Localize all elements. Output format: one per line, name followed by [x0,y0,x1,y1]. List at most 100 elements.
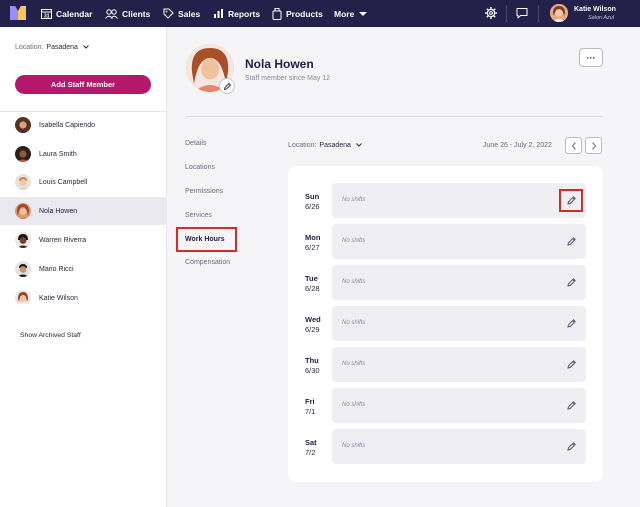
staff-item-laura-smith[interactable]: Laura Smith [0,140,167,168]
day-date: 6/28 [305,284,320,293]
profile-name: Nola Howen [245,57,314,71]
edit-photo-button[interactable] [219,78,235,94]
chevron-down-icon [356,143,362,147]
bar-chart-icon [214,9,223,18]
location-label: Location: [15,44,44,51]
pencil-icon[interactable] [566,400,577,411]
previous-week-button[interactable] [565,137,582,154]
nav-clients[interactable]: Clients [105,0,150,27]
product-bottle-icon [272,7,282,20]
shift-row: No shifts [332,306,586,341]
chevron-left-icon [571,141,576,150]
staff-name: Warren Riverra [39,236,87,244]
tab-services[interactable]: Services [185,212,212,219]
more-options-button[interactable]: ··· [579,48,603,67]
shift-status: No shifts [342,443,366,449]
avatar [15,146,31,162]
shift-status: No shifts [342,238,366,244]
chat-bubble-icon[interactable] [516,7,528,19]
location-selector[interactable]: Location: Pasadena [15,44,89,51]
day-label: Sun 6/26 [305,192,320,212]
shift-status: No shifts [342,320,366,326]
avatar [15,290,31,306]
shift-row: No shifts [332,347,586,382]
pencil-icon[interactable] [566,441,577,452]
avatar [15,203,31,219]
user-avatar-image [550,4,568,22]
nav-divider [538,5,539,22]
nav-sales[interactable]: Sales [163,0,200,27]
location-value: Pasadena [319,142,351,149]
app-logo-icon[interactable] [10,6,26,20]
nav-more[interactable]: More [334,0,368,27]
nav-calendar[interactable]: 31 Calendar [41,0,92,27]
day-name: Thu [305,356,319,365]
day-label: Fri 7/1 [305,397,315,417]
nav-label: More [334,8,355,19]
user-avatar[interactable] [550,4,568,22]
pencil-icon[interactable] [566,277,577,288]
day-label: Thu 6/30 [305,356,320,376]
shift-row: No shifts [332,388,586,423]
date-range: June 26 - July 2, 2022 [483,142,552,149]
day-date: 6/27 [305,243,320,252]
shift-row: No shifts [332,265,586,300]
staff-name: Isabella Capiendo [39,121,96,129]
chevron-right-icon [591,141,596,150]
user-company: Salon Azul [588,15,615,21]
user-name[interactable]: Katie Wilson [574,6,616,13]
location-label: Location: [288,142,317,149]
avatar [15,232,31,248]
day-label: Tue 6/28 [305,274,320,294]
profile-since: Staff member since May 12 [245,75,331,82]
nav-label: Calendar [56,8,93,19]
staff-item-nola-howen[interactable]: Nola Howen [0,197,167,225]
day-name: Sat [305,438,317,447]
tag-icon [163,8,174,19]
add-staff-button[interactable]: Add Staff Member [15,75,151,94]
nav-label: Products [286,8,323,19]
tab-compensation[interactable]: Compensation [185,259,230,266]
svg-text:31: 31 [44,14,50,20]
staff-name: Mario Ricci [39,265,74,273]
shift-row: No shifts [332,429,586,464]
day-date: 6/29 [305,325,320,334]
nav-reports[interactable]: Reports [213,0,260,27]
staff-name: Nola Howen [39,207,78,215]
chevron-down-icon [83,45,89,49]
staff-name: Katie Wilson [39,294,78,302]
top-nav: 31 Calendar Clients Sales Reports Produc… [0,0,640,27]
people-icon [105,8,118,19]
tab-details[interactable]: Details [185,140,206,147]
staff-item-warren-riverra[interactable]: Warren Riverra [0,226,167,254]
staff-item-mario-ricci[interactable]: Mario Ricci [0,255,167,283]
avatar [15,261,31,277]
day-name: Sun [305,192,320,201]
staff-name: Laura Smith [39,150,77,158]
nav-label: Sales [178,8,201,19]
staff-name: Louis Campbell [39,178,88,186]
staff-sidebar: Location: Pasadena Add Staff Member Isabe… [0,27,167,507]
pencil-icon[interactable] [566,236,577,247]
staff-item-louis-campbell[interactable]: Louis Campbell [0,168,167,196]
nav-divider [506,5,507,22]
tab-locations[interactable]: Locations [185,164,215,171]
day-name: Mon [305,233,321,242]
calendar-icon: 31 [41,9,52,20]
edit-button-highlight-box [559,189,583,212]
staff-item-katie-wilson[interactable]: Katie Wilson [0,284,167,312]
avatar [15,174,31,190]
schedule-location-selector[interactable]: Location: Pasadena [288,142,362,149]
shift-status: No shifts [342,361,366,367]
day-date: 7/2 [305,448,316,457]
pencil-icon[interactable] [566,359,577,370]
pencil-icon [223,82,231,90]
next-week-button[interactable] [585,137,602,154]
header-divider [186,116,603,117]
staff-item-isabella-capiendo[interactable]: Isabella Capiendo [0,111,167,139]
tab-permissions[interactable]: Permissions [185,188,223,195]
gear-icon[interactable] [485,7,497,19]
pencil-icon[interactable] [566,318,577,329]
nav-products[interactable]: Products [272,0,323,27]
show-archived-staff-link[interactable]: Show Archived Staff [20,332,81,339]
